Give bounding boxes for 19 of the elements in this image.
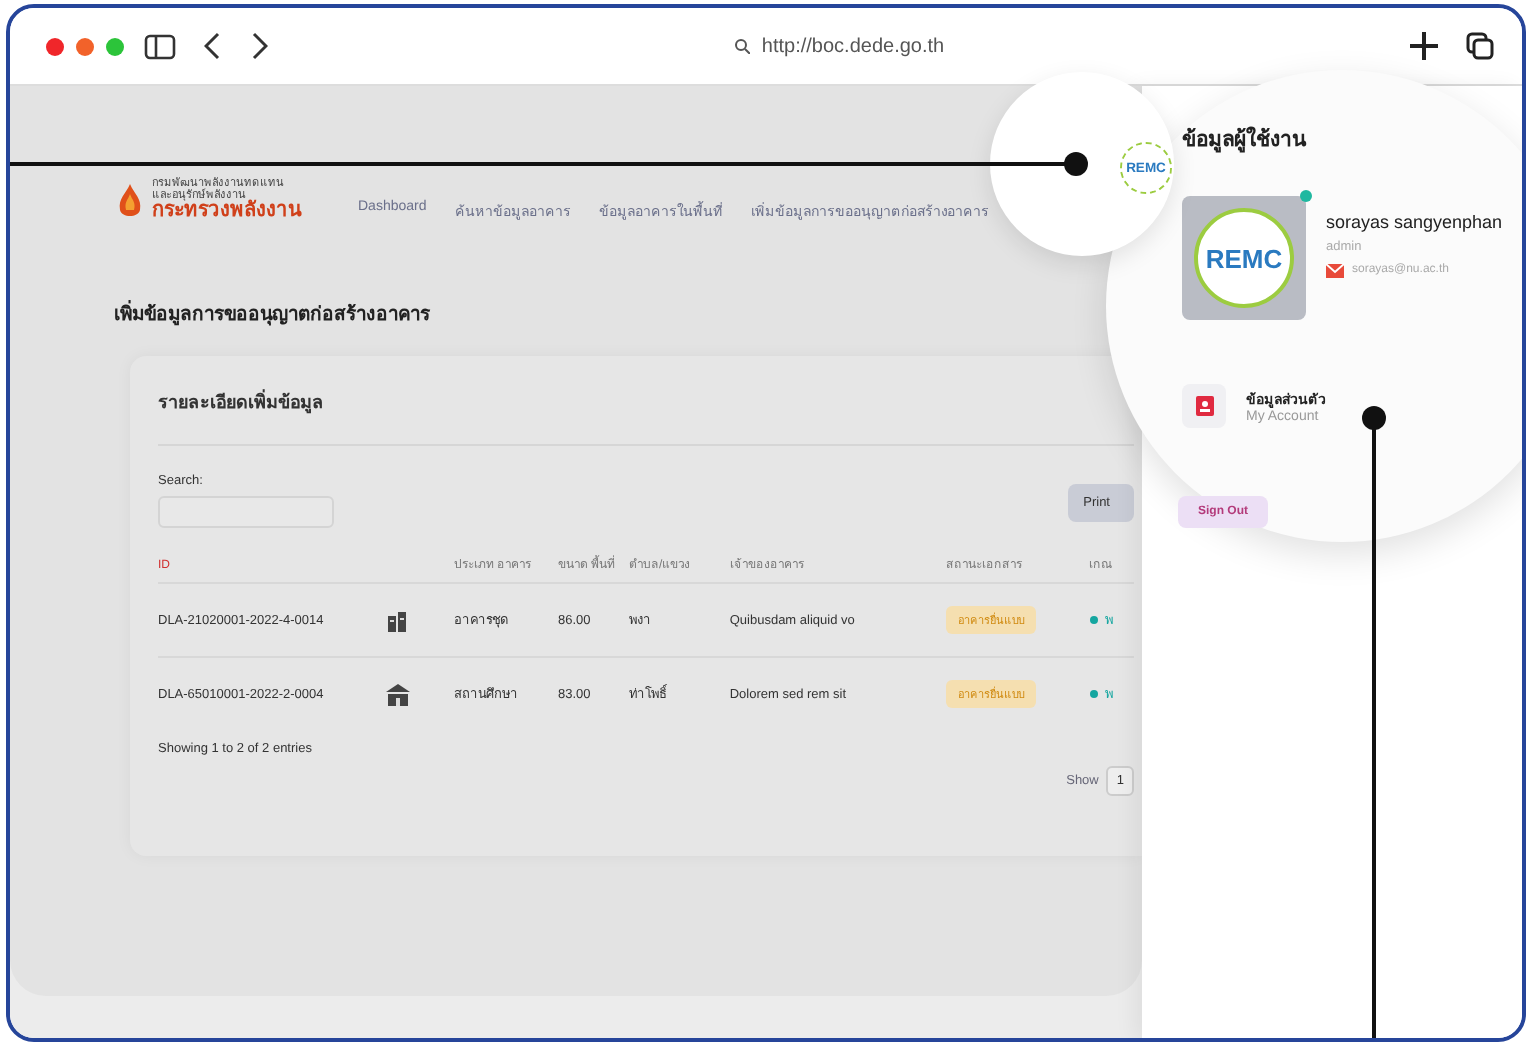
- back-icon[interactable]: [204, 32, 222, 60]
- status-dot-icon: [1089, 616, 1098, 625]
- avatar-logo: REMC: [1194, 208, 1294, 308]
- page-title: เพิ่มข้อมูลการขออนุญาตก่อสร้างอาคาร: [114, 298, 432, 328]
- sidebar-icon[interactable]: [144, 33, 176, 59]
- logo-title: กระทรวงพลังงาน: [152, 202, 302, 222]
- school-building-icon: [385, 683, 410, 706]
- forward-icon[interactable]: [250, 32, 268, 60]
- apartment-building-icon: [385, 609, 410, 632]
- account-icon: [1195, 396, 1213, 416]
- plus-icon[interactable]: [1410, 32, 1438, 60]
- tabs-icon[interactable]: [1466, 32, 1494, 60]
- url-text[interactable]: http://boc.dede.go.th: [761, 35, 945, 57]
- panel-title: ข้อมูลผู้ใช้งาน: [1182, 124, 1309, 156]
- flame-logo-icon: [114, 182, 146, 220]
- status-dot-icon: [1089, 690, 1098, 699]
- mail-icon: [1326, 262, 1344, 278]
- search-icon: [733, 38, 750, 54]
- user-name: sorayas sangyenphan: [1326, 212, 1503, 232]
